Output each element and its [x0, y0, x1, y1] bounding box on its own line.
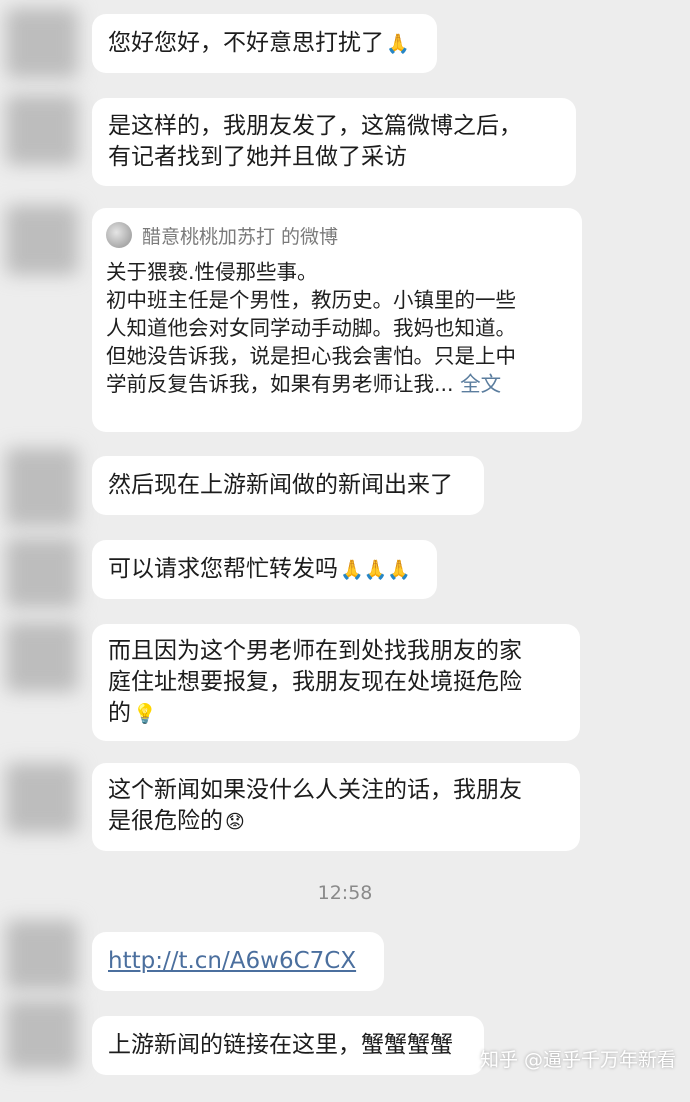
pray-emoji-icon: 🙏🙏🙏: [340, 559, 411, 581]
contact-avatar[interactable]: [6, 538, 78, 608]
message-text: 可以请求您帮忙转发吗: [108, 556, 338, 582]
message-bubble[interactable]: 是这样的，我朋友发了，这篇微博之后， 有记者找到了她并且做了采访: [92, 98, 576, 186]
message-text: 上游新闻的链接在这里，蟹蟹蟹蟹: [108, 1032, 453, 1058]
message-bubble[interactable]: 这个新闻如果没什么人关注的话，我朋友 是很危险的 😟: [92, 763, 580, 851]
message-text: 您好您好，不好意思打扰了: [108, 30, 384, 56]
message-text: 而且因为这个男老师在到处找我朋友的家 庭住址想要报复，我朋友现在处境挺危险 的: [108, 638, 522, 726]
message-text: 是这样的，我朋友发了，这篇微博之后， 有记者找到了她并且做了采访: [108, 113, 522, 170]
pray-emoji-icon: 🙏: [386, 33, 410, 55]
contact-avatar[interactable]: [6, 920, 78, 990]
message-bubble[interactable]: 您好您好，不好意思打扰了 🙏: [92, 14, 437, 73]
weibo-body: 关于猥亵.性侵那些事。 初中班主任是个男性，教历史。小镇里的一些 人知道他会对女…: [106, 258, 568, 398]
message-bubble[interactable]: 上游新闻的链接在这里，蟹蟹蟹蟹: [92, 1016, 484, 1075]
message-bubble[interactable]: http://t.cn/A6w6C7CX: [92, 932, 384, 991]
message-bubble[interactable]: 可以请求您帮忙转发吗 🙏🙏🙏: [92, 540, 437, 599]
news-link[interactable]: http://t.cn/A6w6C7CX: [108, 948, 356, 974]
weibo-avatar-icon: [106, 222, 132, 248]
weibo-source: 醋意桃桃加苏打 的微博: [142, 225, 339, 248]
shared-weibo-card[interactable]: 醋意桃桃加苏打 的微博 关于猥亵.性侵那些事。 初中班主任是个男性，教历史。小镇…: [92, 208, 582, 432]
bulb-emoji-icon: 💡: [133, 703, 157, 725]
contact-avatar[interactable]: [6, 8, 78, 78]
message-text: 然后现在上游新闻做的新闻出来了: [108, 472, 453, 498]
contact-avatar[interactable]: [6, 622, 78, 692]
contact-avatar[interactable]: [6, 448, 78, 526]
worried-emoji-icon: 😟: [225, 811, 245, 833]
contact-avatar[interactable]: [6, 763, 78, 833]
message-timestamp: 12:58: [317, 882, 373, 904]
message-bubble[interactable]: 而且因为这个男老师在到处找我朋友的家 庭住址想要报复，我朋友现在处境挺危险 的 💡: [92, 624, 580, 741]
contact-avatar[interactable]: [6, 205, 78, 275]
zhihu-watermark: 知乎 @逼乎千万年新看: [479, 1049, 676, 1071]
weibo-text: 关于猥亵.性侵那些事。 初中班主任是个男性，教历史。小镇里的一些 人知道他会对女…: [106, 260, 516, 396]
message-text: 这个新闻如果没什么人关注的话，我朋友 是很危险的: [108, 777, 522, 834]
full-text-link[interactable]: 全文: [460, 372, 501, 396]
message-bubble[interactable]: 然后现在上游新闻做的新闻出来了: [92, 456, 484, 515]
contact-avatar[interactable]: [6, 1000, 78, 1070]
contact-avatar[interactable]: [6, 95, 78, 165]
weibo-card-header: 醋意桃桃加苏打 的微博: [106, 220, 568, 250]
